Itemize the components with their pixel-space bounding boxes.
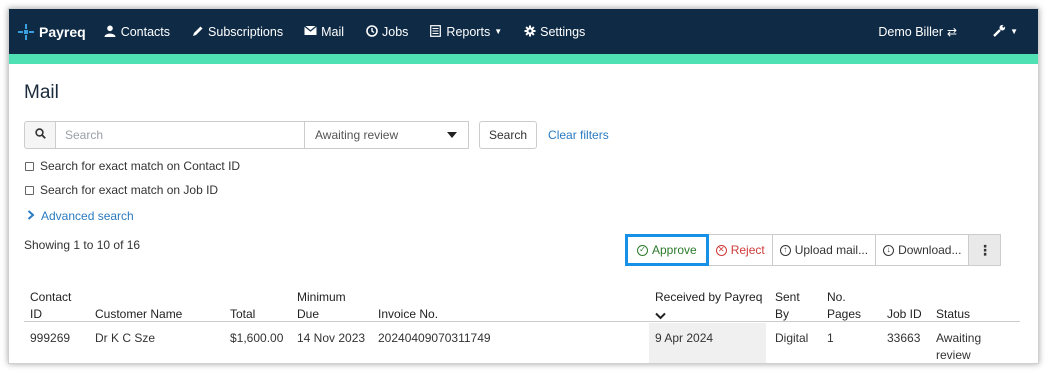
accent-strip: [9, 54, 1038, 64]
arrow-up-circle-icon: ↑: [779, 244, 791, 256]
nav-right: Demo Biller ⇄ ▼: [878, 9, 1038, 54]
cell-job-id: 33663: [887, 331, 921, 345]
reject-label: Reject: [730, 243, 765, 257]
mail-action-toolbar: ✓ Approve ✕ Reject ↑ Upload mail... ↓ Do…: [625, 234, 1002, 266]
list-icon: [429, 24, 442, 39]
user-icon: [104, 25, 117, 39]
nav-item-reports[interactable]: Reports ▼: [429, 25, 502, 39]
check-circle-icon: ✓: [637, 244, 648, 256]
cell-invoice-no: 20240409070311749: [378, 331, 491, 345]
cell-customer-name: Dr K C Sze: [95, 331, 156, 345]
biller-switcher[interactable]: Demo Biller ⇄: [878, 25, 957, 39]
search-icon-button[interactable]: [24, 121, 55, 149]
download-label: Download...: [898, 243, 962, 257]
nav-label-contacts: Contacts: [120, 24, 171, 39]
approve-button[interactable]: ✓ Approve: [625, 234, 709, 266]
download-button[interactable]: ↓ Download...: [876, 234, 970, 266]
chevron-down-icon: ▼: [1010, 27, 1018, 36]
status-filter-value: Awaiting review: [315, 128, 399, 142]
cell-no-pages: 1: [827, 331, 834, 345]
nav-label-subscriptions: Subscriptions: [208, 24, 284, 39]
brand-logo-link[interactable]: Payreq: [18, 23, 86, 40]
col-header-minimum-due[interactable]: Minimum Due: [297, 289, 346, 323]
exact-contact-id-option[interactable]: Search for exact match on Contact ID: [25, 159, 240, 173]
exact-job-id-label: Search for exact match on Job ID: [40, 183, 219, 197]
table-row[interactable]: 999269 Dr K C Sze $1,600.00 14 Nov 2023 …: [24, 323, 1020, 363]
gear-icon: [523, 25, 536, 39]
advanced-search-label: Advanced search: [41, 209, 134, 223]
col-header-status[interactable]: Status: [936, 306, 970, 323]
page-title: Mail: [24, 82, 59, 103]
tools-menu[interactable]: ▼: [993, 24, 1018, 40]
search-icon: [34, 128, 46, 142]
kebab-menu-icon: ⋮: [977, 241, 992, 258]
cell-sent-by: Digital: [775, 331, 809, 345]
cell-contact-id: 999269: [30, 331, 71, 345]
exact-job-id-option[interactable]: Search for exact match on Job ID: [25, 183, 218, 197]
nav-item-contacts[interactable]: Contacts: [104, 25, 170, 39]
chevron-right-icon: [27, 209, 35, 223]
arrow-down-circle-icon: ↓: [883, 244, 895, 256]
x-circle-icon: ✕: [715, 244, 727, 256]
col-header-no-pages[interactable]: No. Pages: [827, 289, 861, 323]
nav-label-jobs: Jobs: [382, 24, 409, 39]
nav-item-subscriptions[interactable]: Subscriptions: [191, 25, 283, 39]
results-summary: Showing 1 to 10 of 16: [24, 238, 141, 252]
clear-filters-link[interactable]: Clear filters: [548, 128, 609, 142]
more-actions-button[interactable]: ⋮: [969, 234, 1002, 266]
upload-mail-button[interactable]: ↑ Upload mail...: [772, 234, 877, 266]
exact-contact-id-checkbox[interactable]: [25, 161, 34, 171]
col-header-total[interactable]: Total: [230, 306, 255, 323]
cell-total: $1,600.00: [230, 331, 284, 345]
col-header-job-id[interactable]: Job ID: [887, 306, 922, 323]
table-header: Contact ID Customer Name Total Minimum D…: [24, 275, 1020, 322]
clock-icon: [365, 24, 378, 39]
search-button[interactable]: Search: [479, 121, 538, 149]
col-header-sent-by[interactable]: Sent By: [775, 289, 800, 323]
search-bar: Awaiting review Search Clear filters: [24, 121, 609, 149]
cell-minimum-due: 14 Nov 2023: [297, 331, 366, 345]
col-header-contact-id[interactable]: Contact ID: [30, 289, 71, 323]
status-filter-select[interactable]: Awaiting review: [305, 121, 469, 149]
exact-job-id-checkbox[interactable]: [25, 185, 34, 195]
nav-item-mail[interactable]: Mail: [304, 25, 344, 39]
exact-contact-id-label: Search for exact match on Contact ID: [40, 159, 241, 173]
nav-item-jobs[interactable]: Jobs: [365, 25, 408, 39]
envelope-icon: [304, 25, 317, 38]
brand-name: Payreq: [39, 23, 86, 40]
payreq-logo-icon: [18, 23, 34, 40]
main-nav: Contacts Subscriptions Mail Jobs Reports…: [104, 25, 607, 39]
col-header-invoice-no[interactable]: Invoice No.: [378, 306, 438, 323]
caret-down-icon: [447, 132, 457, 138]
nav-label-reports: Reports: [446, 24, 491, 39]
cell-status: Awaiting review: [936, 331, 982, 362]
col-header-received-by-payreq[interactable]: Received by Payreq: [655, 289, 762, 325]
nav-label-mail: Mail: [321, 24, 345, 39]
app-window: Payreq Contacts Subscriptions Mail Jobs …: [8, 8, 1039, 364]
chevron-down-icon: ▼: [494, 27, 503, 36]
reject-button[interactable]: ✕ Reject: [708, 234, 773, 266]
upload-label: Upload mail...: [794, 243, 869, 257]
nav-item-settings[interactable]: Settings: [523, 25, 585, 39]
search-input[interactable]: [55, 121, 305, 149]
switch-arrows-icon: ⇄: [947, 24, 958, 39]
biller-name: Demo Biller: [878, 24, 944, 39]
top-navbar: Payreq Contacts Subscriptions Mail Jobs …: [9, 9, 1038, 54]
col-header-customer-name[interactable]: Customer Name: [95, 306, 182, 323]
pencil-icon: [191, 25, 204, 39]
cell-received: 9 Apr 2024: [655, 331, 714, 345]
advanced-search-toggle[interactable]: Advanced search: [27, 209, 134, 223]
wrench-icon: [993, 24, 1006, 40]
nav-label-settings: Settings: [540, 24, 586, 39]
approve-label: Approve: [652, 243, 697, 257]
